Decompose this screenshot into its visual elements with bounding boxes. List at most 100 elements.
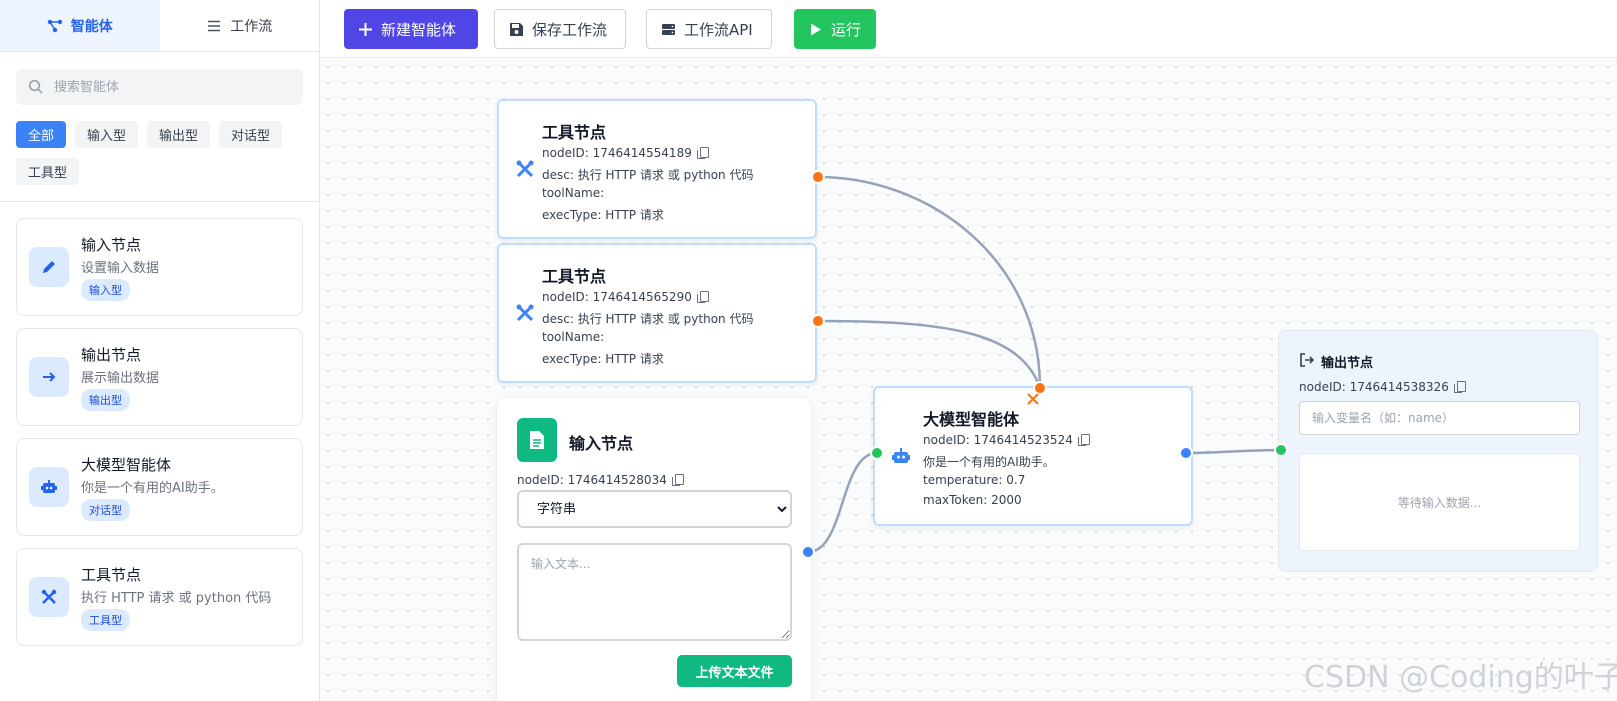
play-icon bbox=[811, 23, 821, 35]
card-title: 输出节点 bbox=[81, 346, 142, 364]
variable-name-input[interactable] bbox=[1299, 401, 1580, 435]
sidebar-divider bbox=[0, 201, 320, 202]
node-temperature: temperature: 0.7 bbox=[923, 473, 1026, 487]
llm-output-handle[interactable] bbox=[1179, 446, 1193, 460]
card-title: 大模型智能体 bbox=[81, 456, 172, 474]
tab-workflow[interactable]: 工作流 bbox=[160, 0, 320, 51]
filter-input[interactable]: 输入型 bbox=[75, 121, 139, 148]
workflow-api-button[interactable]: 工作流API bbox=[646, 9, 772, 49]
search-input[interactable] bbox=[54, 79, 284, 95]
tool1-output-handle[interactable] bbox=[811, 170, 825, 184]
tool2-output-handle[interactable] bbox=[811, 314, 825, 328]
card-desc: 展示输出数据 bbox=[81, 371, 160, 386]
list-icon bbox=[208, 20, 221, 31]
tools-icon bbox=[1027, 393, 1039, 405]
card-badge: 输入型 bbox=[81, 279, 130, 301]
node-exec-type: execType: HTTP 请求 bbox=[542, 208, 664, 222]
copy-icon[interactable] bbox=[696, 147, 709, 159]
copy-icon[interactable] bbox=[1077, 434, 1090, 446]
node-id: nodeID: 1746414554189 bbox=[542, 146, 692, 160]
filter-output[interactable]: 输出型 bbox=[147, 121, 211, 148]
robot-icon bbox=[892, 448, 910, 463]
copy-icon[interactable] bbox=[696, 291, 709, 303]
node-id: nodeID: 1746414528034 bbox=[517, 473, 667, 487]
sidebar: 智能体 工作流 全部 输入型 输出型 对话型 工具型 输入节点 设置输入数据 输… bbox=[0, 0, 320, 701]
card-desc: 设置输入数据 bbox=[81, 261, 160, 276]
node-tool-name: toolName: bbox=[542, 330, 605, 344]
tab-agents-label: 智能体 bbox=[70, 18, 113, 35]
node-id-row: nodeID: 1746414523524 bbox=[923, 433, 1090, 447]
data-type-select[interactable]: 字符串 bbox=[517, 490, 792, 528]
node-max-token: maxToken: 2000 bbox=[923, 493, 1022, 507]
card-title: 工具节点 bbox=[81, 566, 142, 584]
toolbar: 新建智能体 保存工作流 工作流API 运行 bbox=[320, 0, 1617, 58]
tools-icon bbox=[516, 160, 534, 178]
sign-out-icon bbox=[1300, 353, 1315, 367]
tool-node-1[interactable]: 工具节点 nodeID: 1746414554189 desc: 执行 HTTP… bbox=[497, 99, 817, 239]
plus-icon bbox=[359, 22, 372, 36]
output-node[interactable]: 输出节点 nodeID: 1746414538326 等待输入数据... bbox=[1278, 330, 1598, 572]
save-icon bbox=[510, 22, 523, 36]
filter-all[interactable]: 全部 bbox=[16, 121, 67, 148]
node-id: nodeID: 1746414565290 bbox=[542, 290, 692, 304]
run-label: 运行 bbox=[831, 20, 862, 39]
waiting-text: 等待输入数据... bbox=[1397, 495, 1482, 510]
tools-icon bbox=[516, 304, 534, 322]
node-title: 工具节点 bbox=[542, 267, 607, 286]
card-desc: 你是一个有用的AI助手。 bbox=[81, 481, 224, 496]
card-badge: 对话型 bbox=[81, 499, 130, 521]
tab-agents[interactable]: 智能体 bbox=[0, 0, 160, 51]
node-prompt: 你是一个有用的AI助手。 bbox=[923, 455, 1055, 469]
new-agent-label: 新建智能体 bbox=[381, 20, 457, 39]
filter-tool[interactable]: 工具型 bbox=[16, 158, 80, 185]
server-icon bbox=[662, 23, 675, 35]
node-title: 大模型智能体 bbox=[923, 410, 1020, 429]
upload-text-file-button[interactable]: 上传文本文件 bbox=[677, 655, 792, 687]
node-title: 输入节点 bbox=[569, 434, 634, 453]
pencil-icon bbox=[29, 247, 69, 287]
run-button[interactable]: 运行 bbox=[794, 9, 876, 49]
card-title: 输入节点 bbox=[81, 236, 142, 254]
input-text-area[interactable] bbox=[517, 543, 792, 641]
agent-card-tool[interactable]: 工具节点 执行 HTTP 请求 或 python 代码 工具型 bbox=[16, 548, 303, 646]
node-id-row: nodeID: 1746414565290 bbox=[542, 290, 709, 304]
tools-icon bbox=[29, 577, 69, 617]
output-input-handle[interactable] bbox=[1274, 443, 1288, 457]
tab-workflow-label: 工作流 bbox=[230, 18, 273, 35]
watermark: CSDN @Coding的叶子 bbox=[1304, 660, 1617, 695]
search-icon bbox=[28, 79, 43, 94]
workflow-api-label: 工作流API bbox=[684, 20, 753, 39]
agent-network-icon bbox=[47, 19, 62, 32]
card-badge: 输出型 bbox=[81, 389, 130, 411]
filter-chat[interactable]: 对话型 bbox=[219, 121, 283, 148]
copy-icon[interactable] bbox=[671, 474, 684, 486]
card-badge: 工具型 bbox=[81, 609, 130, 631]
llm-input-handle[interactable] bbox=[870, 446, 884, 460]
node-title: 输出节点 bbox=[1321, 356, 1374, 371]
node-id-row: nodeID: 1746414554189 bbox=[542, 146, 709, 160]
agent-card-list: 输入节点 设置输入数据 输入型 输出节点 展示输出数据 输出型 大模型智能体 你… bbox=[16, 218, 303, 658]
document-icon bbox=[517, 418, 557, 462]
node-desc: desc: 执行 HTTP 请求 或 python 代码 bbox=[542, 168, 754, 182]
save-workflow-button[interactable]: 保存工作流 bbox=[494, 9, 626, 49]
agent-card-llm[interactable]: 大模型智能体 你是一个有用的AI助手。 对话型 bbox=[16, 438, 303, 536]
agent-card-input[interactable]: 输入节点 设置输入数据 输入型 bbox=[16, 218, 303, 316]
save-workflow-label: 保存工作流 bbox=[532, 20, 608, 39]
copy-icon[interactable] bbox=[1453, 381, 1466, 393]
sidebar-tabs: 智能体 工作流 bbox=[0, 0, 319, 52]
tool-node-2[interactable]: 工具节点 nodeID: 1746414565290 desc: 执行 HTTP… bbox=[497, 243, 817, 383]
node-id: nodeID: 1746414523524 bbox=[923, 433, 1073, 447]
node-id-row: nodeID: 1746414538326 bbox=[1299, 380, 1466, 394]
node-title: 工具节点 bbox=[542, 123, 607, 142]
input-node[interactable]: 输入节点 nodeID: 1746414528034 字符串 上传文本文件 bbox=[496, 397, 812, 701]
filter-chips: 全部 输入型 输出型 对话型 工具型 bbox=[16, 121, 306, 185]
node-id: nodeID: 1746414538326 bbox=[1299, 380, 1449, 394]
search-box bbox=[16, 69, 303, 105]
robot-icon bbox=[29, 467, 69, 507]
node-desc: desc: 执行 HTTP 请求 或 python 代码 bbox=[542, 312, 754, 326]
input-output-handle[interactable] bbox=[801, 545, 815, 559]
new-agent-button[interactable]: 新建智能体 bbox=[344, 9, 478, 49]
agent-card-output[interactable]: 输出节点 展示输出数据 输出型 bbox=[16, 328, 303, 426]
node-id-row: nodeID: 1746414528034 bbox=[517, 473, 684, 487]
llm-node[interactable]: 大模型智能体 nodeID: 1746414523524 你是一个有用的AI助手… bbox=[873, 386, 1193, 526]
